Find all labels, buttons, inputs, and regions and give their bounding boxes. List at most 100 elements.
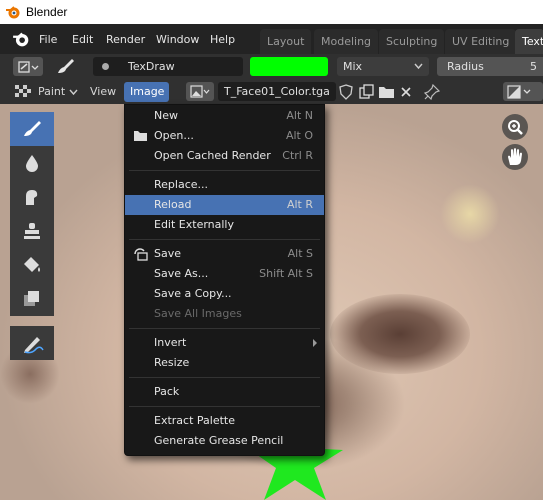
tab-sculpting[interactable]: Sculpting — [379, 29, 445, 54]
menu-item-shortcut: Alt O — [285, 129, 313, 142]
top-menubar: File Edit Render Window Help Layout Mode… — [0, 24, 543, 54]
soften-drop-icon — [26, 155, 38, 172]
duplicate-image-icon[interactable] — [359, 84, 374, 100]
tool-header: TexDraw Mix Radius 5 — [0, 54, 543, 80]
blender-menu-icon[interactable] — [12, 30, 30, 48]
image-icon — [190, 85, 210, 98]
menu-item-resize[interactable]: Resize — [125, 353, 324, 373]
menu-item-open-cached-render[interactable]: Open Cached Render Ctrl R — [125, 146, 324, 166]
menu-item-label: Generate Grease Pencil — [154, 434, 284, 447]
display-channels-icon — [507, 85, 531, 99]
menu-item-save-as[interactable]: Save As... Shift Alt S — [125, 264, 324, 284]
image-browse-button[interactable] — [186, 82, 214, 101]
radius-slider[interactable]: Radius 5 — [437, 57, 543, 76]
tool-smear[interactable] — [10, 180, 54, 214]
brush-dot-icon — [102, 63, 109, 70]
pan-hand-icon — [508, 148, 522, 165]
tool-fill[interactable] — [10, 248, 54, 282]
menu-item-label: Open... — [154, 129, 194, 142]
tool-annotate[interactable] — [10, 326, 54, 360]
tool-soften[interactable] — [10, 146, 54, 180]
window-title: Blender — [26, 5, 68, 19]
image-name-field[interactable]: T_Face01_Color.tga — [218, 82, 336, 101]
mode-label[interactable]: Paint — [38, 85, 65, 98]
pin-icon[interactable] — [424, 84, 440, 100]
menu-item-edit-externally[interactable]: Edit Externally — [125, 215, 324, 235]
menu-item-label: Reload — [154, 198, 192, 211]
menu-item-replace[interactable]: Replace... — [125, 175, 324, 195]
window-title-bar: Blender — [0, 0, 543, 24]
open-image-folder-icon[interactable] — [378, 85, 395, 99]
blend-mode-select[interactable]: Mix — [337, 57, 429, 76]
menu-item-label: Pack — [154, 385, 180, 398]
face-eye-region — [330, 294, 470, 374]
image-menu-dropdown: New Alt N Open... Alt O Open Cached Rend… — [124, 104, 325, 456]
menu-item-open[interactable]: Open... Alt O — [125, 126, 324, 146]
tab-layout[interactable]: Layout — [260, 29, 312, 54]
menu-image[interactable]: Image — [124, 82, 169, 102]
menu-item-generate-grease-pencil[interactable]: Generate Grease Pencil — [125, 431, 324, 451]
menu-item-reload[interactable]: Reload Alt R — [125, 195, 324, 215]
unlink-image-close-icon[interactable] — [400, 86, 412, 98]
menu-separator — [129, 377, 320, 378]
menu-view[interactable]: View — [90, 85, 116, 98]
menu-item-shortcut: Shift Alt S — [259, 267, 313, 280]
menu-separator — [129, 406, 320, 407]
face-highlight — [440, 184, 500, 244]
menu-window[interactable]: Window — [156, 33, 199, 46]
tool-draw[interactable] — [10, 112, 54, 146]
zoom-magnifier-icon — [508, 120, 523, 135]
clone-stamp-icon — [24, 223, 40, 239]
menu-item-extract-palette[interactable]: Extract Palette — [125, 411, 324, 431]
tool-mask[interactable] — [10, 282, 54, 316]
menu-item-label: New — [154, 109, 178, 122]
zoom-button[interactable] — [502, 114, 528, 140]
menu-edit[interactable]: Edit — [72, 33, 93, 46]
brush-icon[interactable] — [54, 57, 76, 77]
radius-label: Radius — [447, 60, 484, 73]
menu-separator — [129, 239, 320, 240]
display-channels-dropdown[interactable] — [503, 82, 543, 101]
draw-brush-icon — [24, 121, 41, 136]
folder-icon — [134, 131, 147, 141]
menu-render[interactable]: Render — [106, 33, 145, 46]
menu-help[interactable]: Help — [210, 33, 235, 46]
texture-paint-mode-icon — [15, 85, 31, 97]
menu-item-save-a-copy[interactable]: Save a Copy... — [125, 284, 324, 304]
fill-bucket-icon — [24, 257, 40, 272]
menu-item-label: Save As... — [154, 267, 209, 280]
submenu-arrow-icon — [313, 339, 317, 347]
menu-image-label: Image — [130, 85, 165, 98]
menu-item-save-all-images: Save All Images — [125, 304, 324, 324]
menu-item-label: Replace... — [154, 178, 209, 191]
menu-item-new[interactable]: New Alt N — [125, 106, 324, 126]
menu-item-label: Open Cached Render — [154, 149, 271, 162]
brush-color-swatch[interactable] — [250, 57, 328, 76]
menu-item-shortcut: Alt N — [286, 109, 313, 122]
brush-name-text: TexDraw — [128, 60, 175, 73]
tab-modeling[interactable]: Modeling — [314, 29, 379, 54]
menu-separator — [129, 328, 320, 329]
fake-user-shield-icon[interactable] — [339, 84, 353, 100]
tab-texture-paint[interactable]: Text — [515, 29, 543, 54]
menu-separator — [129, 170, 320, 171]
tab-uv-editing[interactable]: UV Editing — [445, 29, 517, 54]
menu-item-label: Extract Palette — [154, 414, 235, 427]
tool-clone[interactable] — [10, 214, 54, 248]
menu-item-label: Save a Copy... — [154, 287, 232, 300]
brush-name-field[interactable]: TexDraw — [93, 57, 243, 76]
menu-file[interactable]: File — [39, 33, 57, 46]
pan-button[interactable] — [502, 144, 528, 170]
tool-settings-dropdown[interactable] — [13, 57, 43, 76]
smear-finger-icon — [26, 190, 38, 205]
menu-item-save[interactable]: Save Alt S — [125, 244, 324, 264]
menu-item-shortcut: Alt R — [286, 198, 313, 211]
menu-item-pack[interactable]: Pack — [125, 382, 324, 402]
menu-item-invert[interactable]: Invert — [125, 333, 324, 353]
menu-item-shortcut: Alt S — [287, 247, 313, 260]
menu-item-shortcut: Ctrl R — [282, 149, 313, 162]
menu-item-label: Save All Images — [154, 307, 242, 320]
save-icon — [134, 248, 148, 261]
image-name-text: T_Face01_Color.tga — [224, 85, 330, 98]
menu-item-label: Save — [154, 247, 182, 260]
